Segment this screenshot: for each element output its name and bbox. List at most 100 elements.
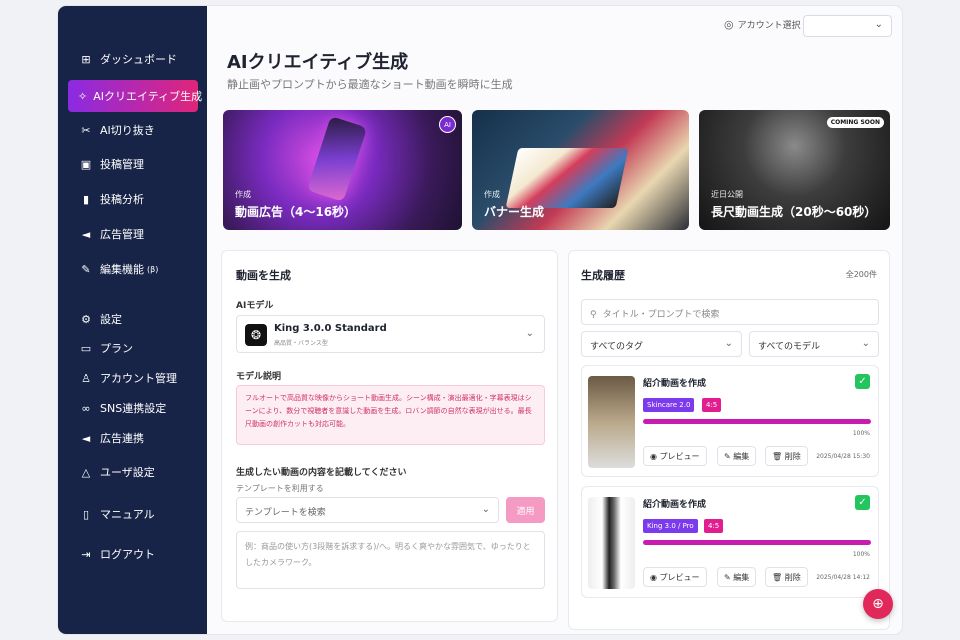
content-label: 生成したい動画の内容を記載してください bbox=[236, 468, 407, 478]
sidebar-item-ad-link[interactable]: ◄ 広告連携 bbox=[68, 422, 198, 454]
delete-button[interactable]: 🗑 削除 bbox=[765, 567, 808, 587]
card-title: 動画広告（4〜16秒） bbox=[235, 205, 357, 219]
model-logo-icon: ❂ bbox=[245, 324, 267, 346]
apply-button[interactable]: 適用 bbox=[506, 497, 545, 523]
pencil-icon: ✎ bbox=[724, 452, 734, 461]
megaphone-icon: ◄ bbox=[81, 227, 91, 241]
card-category: 作成 bbox=[235, 190, 251, 199]
user-circle-icon: ◎ bbox=[724, 18, 734, 31]
card-video-ad[interactable]: AI 作成 動画広告（4〜16秒） bbox=[223, 110, 462, 230]
model-subtitle: 高品質・バランス型 bbox=[274, 340, 328, 347]
add-fab-button[interactable]: ⊕ bbox=[863, 589, 893, 619]
account-select-label: ◎ アカウント選択 bbox=[724, 18, 801, 31]
trash-icon: 🗑 bbox=[772, 573, 785, 582]
checkbox-checked-icon[interactable]: ✓ bbox=[855, 374, 870, 389]
plus-circle-icon: ⊕ bbox=[872, 596, 884, 612]
delete-button[interactable]: 🗑 削除 bbox=[765, 446, 808, 466]
checkbox-checked-icon[interactable]: ✓ bbox=[855, 495, 870, 510]
eye-icon: ◉ bbox=[650, 573, 660, 582]
logout-icon: ⇥ bbox=[81, 547, 91, 561]
template-search-select[interactable]: テンプレートを検索 ⌄ bbox=[236, 497, 499, 523]
card-long-video: COMING SOON 近日公開 長尺動画生成（20秒〜60秒） bbox=[699, 110, 890, 230]
history-panel: 生成履歴 全200件 ⚲ タイトル・プロンプトで検索 すべてのタグ ⌄ すべてのモデ… bbox=[568, 250, 890, 630]
sidebar-item-settings[interactable]: ⚙ 設定 bbox=[68, 303, 198, 335]
sidebar-item-dashboard[interactable]: ⊞ ダッシュボード bbox=[68, 43, 198, 75]
card-banner[interactable]: 作成 バナー生成 bbox=[472, 110, 689, 230]
card-title: 長尺動画生成（20秒〜60秒） bbox=[711, 205, 877, 219]
sidebar-item-ad-manage[interactable]: ◄ 広告管理 bbox=[68, 218, 198, 250]
chevron-down-icon: ⌄ bbox=[861, 338, 870, 349]
ai-badge: AI bbox=[439, 116, 456, 133]
grid-icon: ⊞ bbox=[81, 52, 91, 66]
sidebar-item-sns[interactable]: ∞ SNS連携設定 bbox=[68, 392, 198, 424]
page-subtitle: 静止画やプロンプトから最適なショート動画を瞬時に生成 bbox=[227, 78, 513, 91]
account-select[interactable]: ⌄ bbox=[803, 15, 892, 37]
tag-badge: 4:5 bbox=[702, 398, 722, 412]
model-name: King 3.0.0 Standard bbox=[274, 323, 387, 334]
sidebar-item-logout[interactable]: ⇥ ログアウト bbox=[68, 538, 198, 570]
sidebar-item-user-settings[interactable]: △ ユーザ設定 bbox=[68, 456, 198, 488]
main-content: ◎ アカウント選択 ⌄ AIクリエイティブ生成 静止画やプロンプトから最適なショー… bbox=[207, 6, 902, 634]
progress-percent: 100% bbox=[852, 430, 870, 437]
tag-filter-select[interactable]: すべてのタグ ⌄ bbox=[581, 331, 742, 357]
card-category: 作成 bbox=[484, 190, 500, 199]
preview-button[interactable]: ◉ プレビュー bbox=[643, 567, 707, 587]
history-date: 2025/04/28 14:12 bbox=[816, 574, 870, 581]
sidebar-item-plan[interactable]: ▭ プラン bbox=[68, 332, 198, 364]
user-icon: ♙ bbox=[81, 371, 91, 385]
card-icon: ▭ bbox=[80, 341, 92, 355]
edit-pen-icon: ✎ bbox=[81, 262, 91, 276]
edit-button[interactable]: ✎ 編集 bbox=[717, 446, 757, 466]
chevron-down-icon: ⌄ bbox=[724, 338, 733, 349]
sidebar-item-post-analytics[interactable]: ▮ 投稿分析 bbox=[68, 183, 198, 215]
history-thumbnail bbox=[588, 376, 635, 468]
page-title: AIクリエイティブ生成 bbox=[227, 52, 409, 73]
history-item[interactable]: 紹介動画を作成 ✓ King 3.0 / Pro 4:5 100% ◉ プレビュ… bbox=[581, 486, 879, 598]
progress-bar bbox=[643, 540, 871, 545]
model-label: AIモデル bbox=[236, 301, 274, 311]
chevron-down-icon: ⌄ bbox=[525, 328, 534, 339]
template-label: テンプレートを利用する bbox=[236, 484, 324, 493]
model-filter-select[interactable]: すべてのモデル ⌄ bbox=[749, 331, 879, 357]
model-select[interactable]: ❂ King 3.0.0 Standard 高品質・バランス型 ⌄ bbox=[236, 315, 545, 353]
phone-image bbox=[306, 116, 368, 202]
sidebar-item-edit[interactable]: ✎ 編集機能 (β) bbox=[68, 253, 198, 285]
sidebar: ⊞ ダッシュボード ✧ AIクリエイティブ生成 ✂ AI切り抜き ▣ 投稿管理 ▮ 投稿分… bbox=[58, 6, 207, 634]
sidebar-item-account[interactable]: ♙ アカウント管理 bbox=[68, 362, 198, 394]
post-icon: ▣ bbox=[80, 157, 92, 171]
bar-chart-icon: ▮ bbox=[82, 192, 90, 206]
trash-icon: 🗑 bbox=[772, 452, 785, 461]
megaphone-link-icon: ◄ bbox=[81, 431, 91, 445]
sparkle-wand-icon: ✧ bbox=[78, 89, 88, 103]
chevron-down-icon: ⌄ bbox=[481, 504, 490, 515]
progress-percent: 100% bbox=[852, 551, 870, 558]
card-title: バナー生成 bbox=[484, 205, 545, 219]
history-title: 生成履歴 bbox=[581, 269, 625, 282]
link-icon: ∞ bbox=[81, 401, 91, 415]
gear-icon: ⚙ bbox=[81, 312, 91, 326]
user-settings-icon: △ bbox=[81, 465, 91, 479]
preview-button[interactable]: ◉ プレビュー bbox=[643, 446, 707, 466]
desc-label: モデル説明 bbox=[236, 372, 282, 382]
tablet-image bbox=[505, 148, 629, 208]
history-count: 全200件 bbox=[845, 270, 877, 279]
sidebar-item-manual[interactable]: ▯ マニュアル bbox=[68, 498, 198, 530]
sidebar-item-ai-creative[interactable]: ✧ AIクリエイティブ生成 bbox=[68, 80, 202, 112]
generate-panel: 動画を生成 AIモデル ❂ King 3.0.0 Standard 高品質・バラ… bbox=[221, 250, 558, 622]
search-icon: ⚲ bbox=[590, 310, 597, 320]
sidebar-item-post-manage[interactable]: ▣ 投稿管理 bbox=[68, 148, 198, 180]
tag-badge: Skincare 2.0 bbox=[643, 398, 695, 412]
eye-icon: ◉ bbox=[650, 452, 660, 461]
history-date: 2025/04/28 15:30 bbox=[816, 453, 870, 460]
card-category: 近日公開 bbox=[711, 190, 743, 199]
edit-button[interactable]: ✎ 編集 bbox=[717, 567, 757, 587]
tag-badge: King 3.0 / Pro bbox=[643, 519, 698, 533]
sidebar-item-ai-cutout[interactable]: ✂ AI切り抜き bbox=[68, 114, 198, 146]
history-search-input[interactable]: ⚲ タイトル・プロンプトで検索 bbox=[581, 299, 879, 325]
coming-soon-badge: COMING SOON bbox=[826, 117, 884, 128]
scissors-icon: ✂ bbox=[81, 123, 91, 137]
tag-badge: 4:5 bbox=[704, 519, 724, 533]
prompt-textarea[interactable]: 例：商品の使い方(3段階を訴求する)/へ。明るく爽やかな雰囲気で、ゆったりとした… bbox=[236, 531, 545, 589]
history-item[interactable]: 紹介動画を作成 ✓ Skincare 2.0 4:5 100% ◉ プレビュー … bbox=[581, 365, 879, 477]
app-window: ⊞ ダッシュボード ✧ AIクリエイティブ生成 ✂ AI切り抜き ▣ 投稿管理 ▮ 投稿分… bbox=[58, 6, 902, 634]
